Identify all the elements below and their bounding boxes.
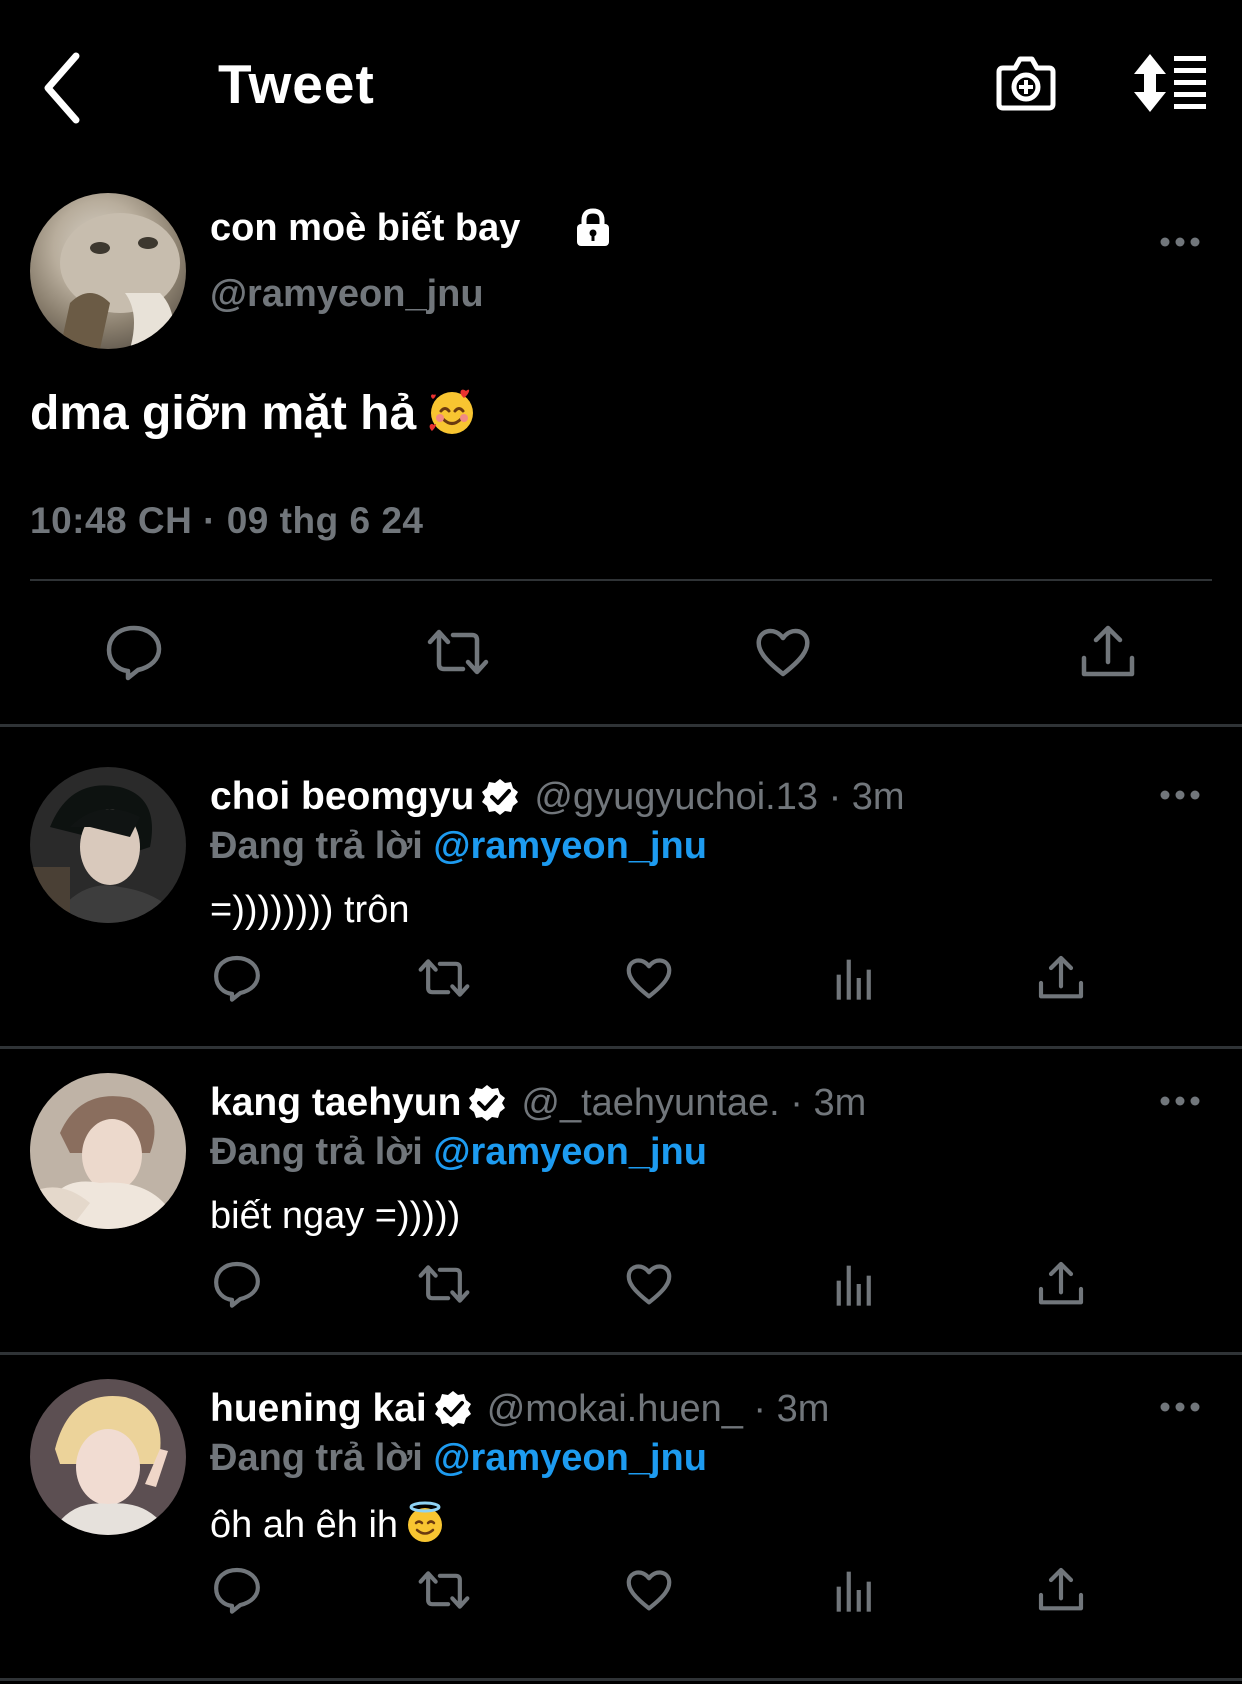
smiling-face-with-hearts-icon xyxy=(429,389,474,434)
more-dots-icon xyxy=(1160,1402,1200,1412)
avatar[interactable] xyxy=(30,1379,186,1535)
heart-icon xyxy=(626,1570,672,1611)
page-title: Tweet xyxy=(218,53,375,115)
more-options-button[interactable] xyxy=(1158,1091,1202,1111)
bar-chart-icon xyxy=(836,1571,871,1612)
tweet-timestamp[interactable]: 10:48 CH · 09 thg 6 24 xyxy=(30,500,423,542)
views-button[interactable] xyxy=(830,1565,880,1615)
reply-text: biết ngay =))))) xyxy=(210,1195,461,1237)
reply-text-content: ôh ah êh ih xyxy=(210,1504,399,1546)
verified-badge-icon xyxy=(482,779,519,815)
replying-to: Đang trả lời @ramyeon_jnu xyxy=(210,1131,707,1174)
retweet-icon xyxy=(418,1265,470,1303)
retweet-button[interactable] xyxy=(416,953,470,1003)
user-handle[interactable]: @_taehyuntae. · 3m xyxy=(521,1082,866,1125)
share-button[interactable] xyxy=(1036,1259,1086,1309)
retweet-icon xyxy=(427,629,489,675)
smiling-face-with-halo-icon xyxy=(408,1501,443,1542)
replying-prefix: Đang trả lời xyxy=(210,1437,423,1479)
retweet-button[interactable] xyxy=(416,1259,470,1309)
avatar[interactable] xyxy=(30,767,186,923)
reply-header: choi beomgyu @gyugyuchoi.13 · 3m xyxy=(210,775,905,819)
reply-tweet[interactable]: choi beomgyu @gyugyuchoi.13 · 3m Đang tr… xyxy=(0,725,1242,1030)
like-button[interactable] xyxy=(624,953,674,1003)
avatar[interactable] xyxy=(30,193,186,349)
reply-text: ôh ah êh ih xyxy=(210,1501,446,1547)
reply-icon xyxy=(106,625,162,681)
bar-chart-icon xyxy=(836,1265,871,1306)
camera-button[interactable] xyxy=(995,52,1057,114)
profile-photo-image xyxy=(30,1379,186,1535)
reply-button[interactable] xyxy=(104,622,164,682)
reply-tweet[interactable]: kang taehyun @_taehyuntae. · 3m Đang trả… xyxy=(0,1031,1242,1336)
reply-icon xyxy=(214,1567,260,1614)
more-dots-icon xyxy=(1160,790,1200,800)
retweet-icon xyxy=(418,959,470,997)
mention-link[interactable]: @ramyeon_jnu xyxy=(433,1437,707,1479)
heart-icon xyxy=(626,958,672,999)
verified-badge-icon xyxy=(434,1391,471,1427)
replying-prefix: Đang trả lời xyxy=(210,825,423,867)
more-dots-icon xyxy=(1160,1096,1200,1106)
reply-button[interactable] xyxy=(212,953,262,1003)
mention-link[interactable]: @ramyeon_jnu xyxy=(433,825,707,867)
reply-header: huening kai @mokai.huen_ · 3m xyxy=(210,1387,829,1431)
profile-photo-image xyxy=(30,767,186,923)
reply-icon xyxy=(214,955,260,1002)
display-name[interactable]: kang taehyun xyxy=(210,1081,461,1125)
more-dots-icon xyxy=(1160,237,1200,247)
verified-badge-icon xyxy=(469,1085,506,1121)
retweet-icon xyxy=(418,1571,470,1609)
sort-button[interactable] xyxy=(1132,52,1208,114)
reply-button[interactable] xyxy=(212,1565,262,1615)
more-options-button[interactable] xyxy=(1158,1397,1202,1417)
share-icon xyxy=(1038,955,1084,999)
divider xyxy=(30,579,1212,581)
like-button[interactable] xyxy=(753,622,813,682)
user-handle[interactable]: @gyugyuchoi.13 · 3m xyxy=(534,776,904,819)
avatar[interactable] xyxy=(30,1073,186,1229)
lock-icon xyxy=(574,208,612,248)
heart-icon xyxy=(756,628,810,677)
retweet-button[interactable] xyxy=(416,1565,470,1615)
replying-prefix: Đang trả lời xyxy=(210,1131,423,1173)
reply-icon xyxy=(214,1261,260,1308)
camera-plus-icon xyxy=(996,56,1056,111)
share-icon xyxy=(1081,625,1135,677)
chevron-left-icon xyxy=(44,52,80,124)
share-button[interactable] xyxy=(1036,953,1086,1003)
share-button[interactable] xyxy=(1036,1565,1086,1615)
user-handle[interactable]: @ramyeon_jnu xyxy=(210,273,484,316)
more-options-button[interactable] xyxy=(1158,785,1202,805)
replying-to: Đang trả lời @ramyeon_jnu xyxy=(210,825,707,868)
bar-chart-icon xyxy=(836,959,871,1000)
tweet-text: dma giỡn mặt hả xyxy=(30,385,478,441)
like-button[interactable] xyxy=(624,1259,674,1309)
reply-header: kang taehyun @_taehyuntae. · 3m xyxy=(210,1081,866,1125)
cat-avatar-image xyxy=(60,213,180,349)
like-button[interactable] xyxy=(624,1565,674,1615)
section-divider xyxy=(0,1678,1242,1681)
share-icon xyxy=(1038,1261,1084,1305)
reply-text: =)))))))) trôn xyxy=(210,889,410,931)
display-name[interactable]: choi beomgyu xyxy=(210,775,474,819)
sort-list-icon xyxy=(1134,54,1206,112)
user-handle[interactable]: @mokai.huen_ · 3m xyxy=(487,1388,830,1431)
back-button[interactable] xyxy=(40,48,86,128)
views-button[interactable] xyxy=(830,953,880,1003)
reply-tweet[interactable]: huening kai @mokai.huen_ · 3m Đang trả l… xyxy=(0,1337,1242,1642)
tweet-text-content: dma giỡn mặt hả xyxy=(30,387,417,440)
views-button[interactable] xyxy=(830,1259,880,1309)
mention-link[interactable]: @ramyeon_jnu xyxy=(433,1131,707,1173)
replying-to: Đang trả lời @ramyeon_jnu xyxy=(210,1437,707,1480)
display-name[interactable]: con moè biết bay xyxy=(210,207,520,250)
heart-icon xyxy=(626,1264,672,1305)
share-icon xyxy=(1038,1567,1084,1611)
retweet-button[interactable] xyxy=(425,622,489,682)
more-options-button[interactable] xyxy=(1158,232,1202,252)
profile-photo-image xyxy=(30,1073,186,1229)
display-name[interactable]: huening kai xyxy=(210,1387,427,1431)
share-button[interactable] xyxy=(1078,622,1138,682)
reply-button[interactable] xyxy=(212,1259,262,1309)
